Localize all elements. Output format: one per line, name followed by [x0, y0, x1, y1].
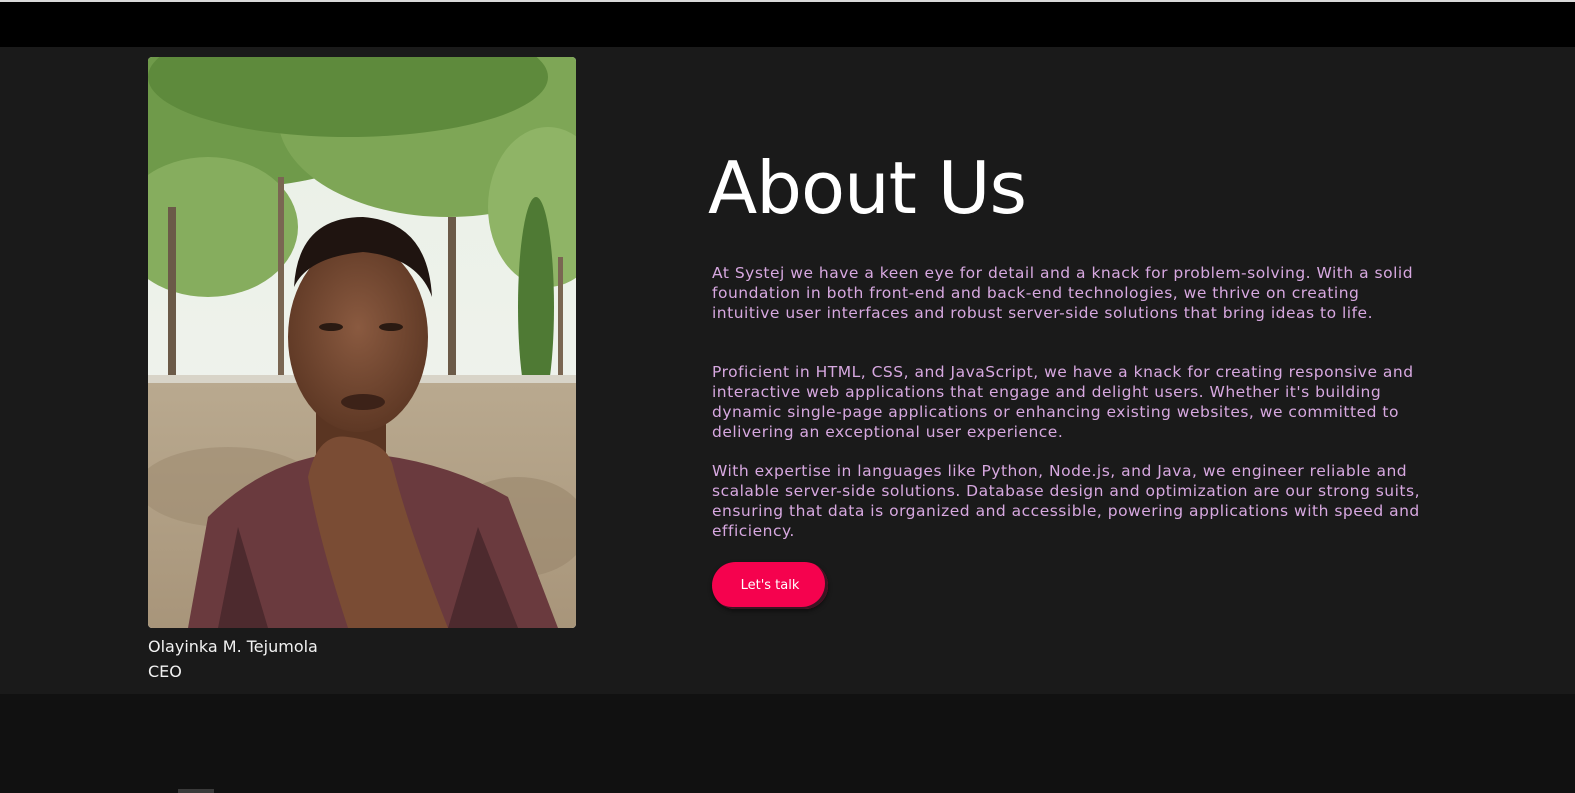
- about-paragraph: At Systej we have a keen eye for detail …: [712, 264, 1414, 322]
- footer-area: [0, 694, 1575, 793]
- top-bar: [0, 0, 1575, 47]
- team-member-role: CEO: [148, 662, 182, 681]
- team-member-photo: [148, 57, 576, 628]
- scroll-indicator: [178, 789, 214, 793]
- lets-talk-button[interactable]: Let's talk: [712, 562, 828, 609]
- page-title: About Us: [708, 146, 1027, 230]
- team-member-name: Olayinka M. Tejumola: [148, 637, 318, 656]
- about-paragraph: With expertise in languages like Python,…: [712, 462, 1420, 540]
- about-paragraph: Proficient in HTML, CSS, and JavaScript,…: [712, 363, 1414, 441]
